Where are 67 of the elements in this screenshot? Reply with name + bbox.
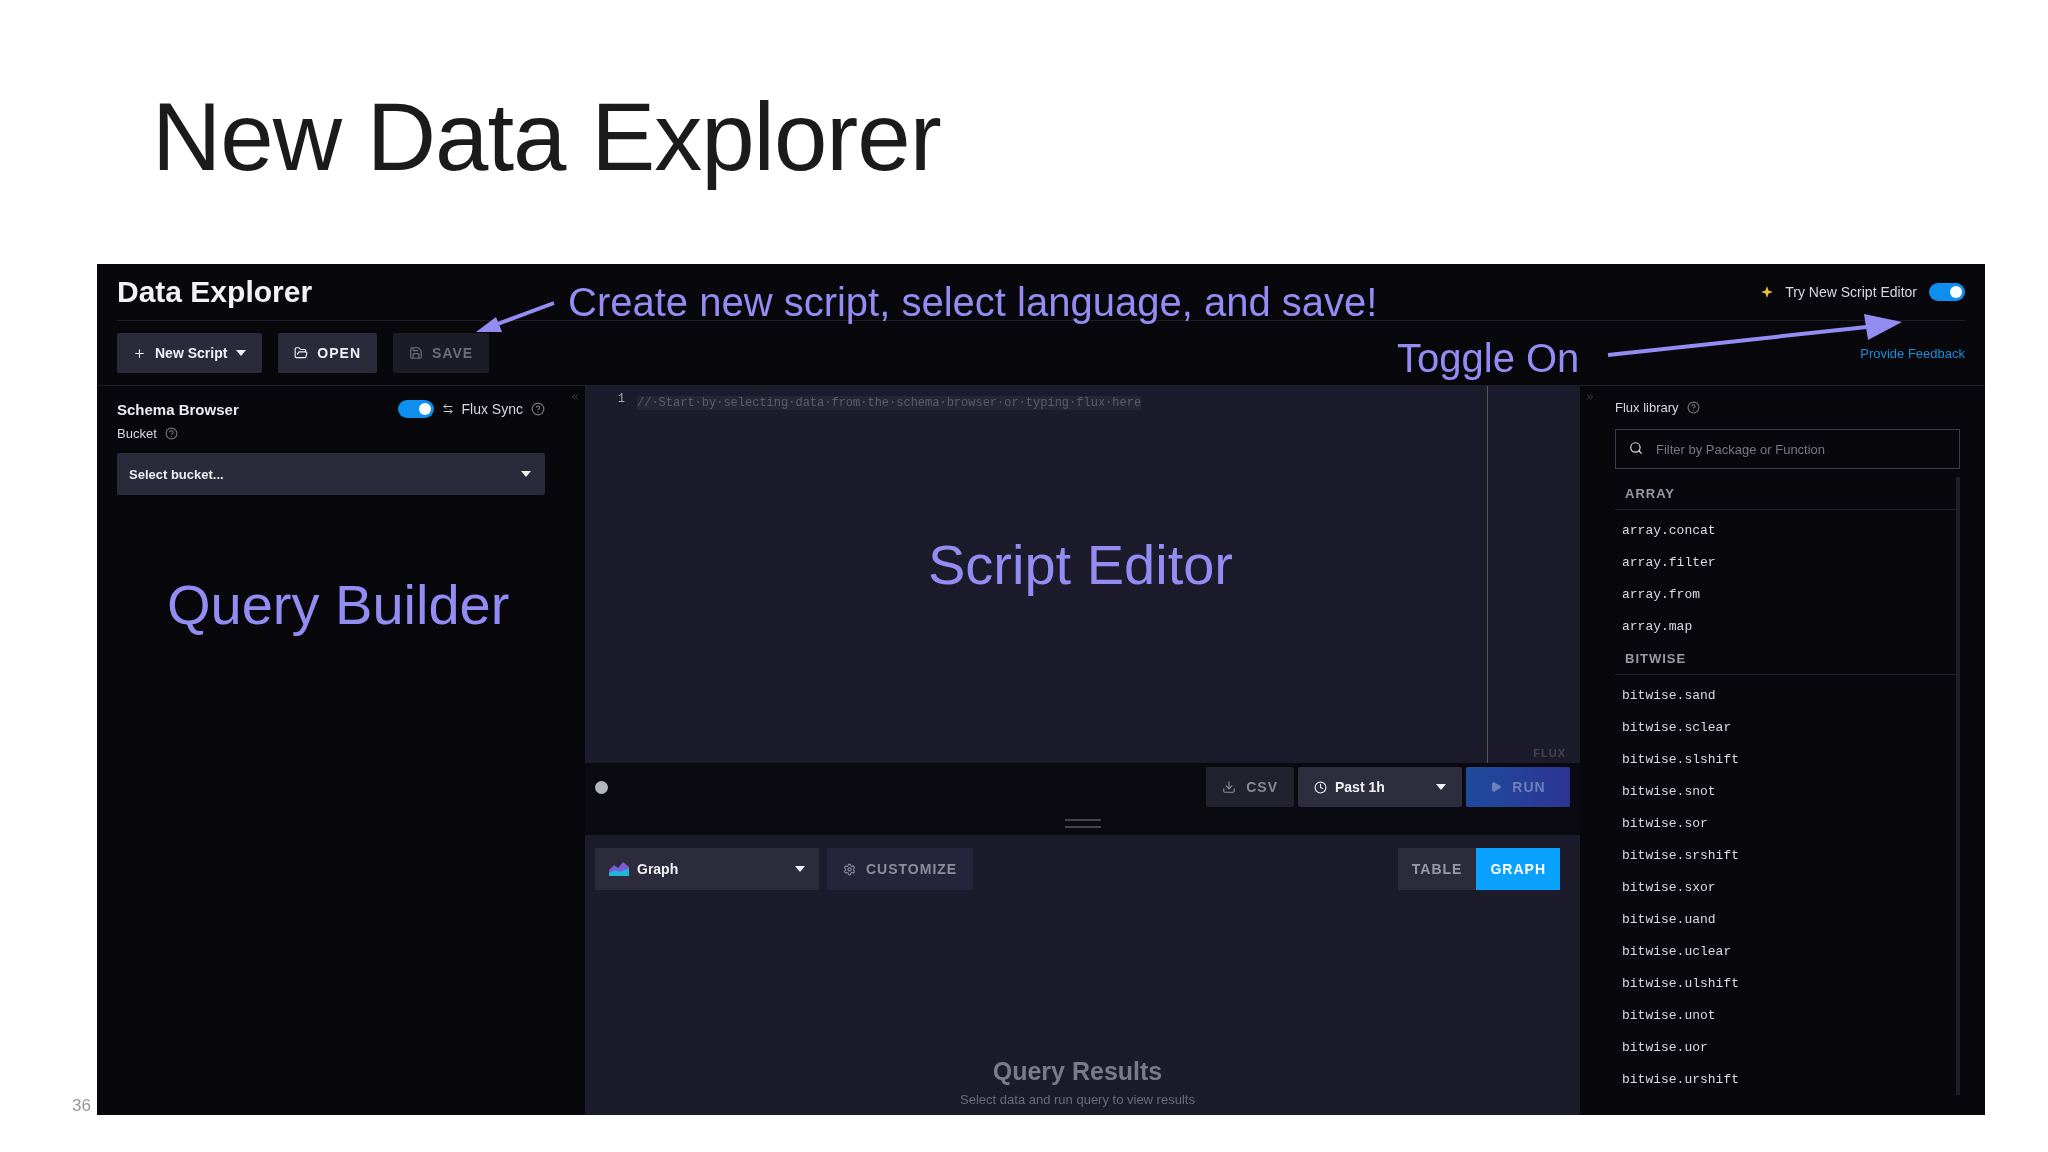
function-item[interactable]: bitwise.sclear	[1615, 711, 1956, 743]
clock-icon	[1314, 780, 1327, 794]
function-item[interactable]: array.concat	[1615, 514, 1956, 546]
panel-title: Schema Browser	[117, 400, 239, 418]
area-chart-icon	[609, 862, 629, 876]
panel-title: Flux library	[1615, 400, 1679, 415]
page-title: Data Explorer	[117, 275, 313, 309]
resize-handle[interactable]	[1064, 818, 1101, 828]
toggle-switch[interactable]	[397, 400, 434, 418]
play-icon	[1490, 781, 1503, 793]
search-icon	[1629, 441, 1643, 455]
toggle-label: Try New Script Editor	[1785, 284, 1917, 300]
toggle-label: Flux Sync	[461, 401, 523, 417]
function-item[interactable]: bitwise.sxor	[1615, 871, 1956, 903]
empty-state-title: Query Results	[992, 1057, 1163, 1086]
group-heading: ARRAY	[1615, 477, 1956, 510]
toolbar-button[interactable]: New Script	[117, 333, 263, 373]
time-range-dropdown[interactable]: Past 1h	[1298, 767, 1462, 807]
toolbar-button[interactable]: OPEN	[278, 333, 378, 373]
status-dot	[595, 780, 608, 794]
slide-title: New Data Explorer	[152, 82, 942, 192]
annotation-text: Create new script, select language, and save!	[568, 280, 1378, 324]
annotation-text: Script Editor	[928, 534, 1233, 596]
function-item[interactable]: bitwise.slshift	[1615, 743, 1956, 775]
function-item[interactable]: bitwise.uor	[1615, 1031, 1956, 1063]
caret-icon	[1436, 784, 1446, 790]
annotation-text: Toggle On	[1397, 336, 1580, 380]
download-icon	[1222, 780, 1237, 794]
function-item[interactable]: bitwise.srshift	[1615, 839, 1956, 871]
function-item[interactable]: bitwise.urshift	[1615, 1063, 1956, 1095]
function-item[interactable]: bitwise.ulshift	[1615, 967, 1956, 999]
function-item[interactable]: array.from	[1615, 578, 1956, 610]
function-item[interactable]: bitwise.unot	[1615, 999, 1956, 1031]
function-item[interactable]: bitwise.snot	[1615, 775, 1956, 807]
folder-icon	[294, 346, 309, 360]
function-item[interactable]: bitwise.uand	[1615, 903, 1956, 935]
plus-icon	[133, 346, 146, 360]
caret-icon	[236, 350, 247, 356]
help-icon	[164, 427, 178, 440]
view-mode-tab[interactable]: TABLE	[1397, 848, 1477, 890]
feedback-link[interactable]: Provide Feedback	[1860, 345, 1965, 361]
customize-button[interactable]: CUSTOMIZE	[827, 848, 974, 890]
bucket-dropdown[interactable]: Select bucket...	[117, 453, 545, 495]
visualization-dropdown[interactable]: Graph	[595, 848, 819, 890]
field-label: Bucket	[117, 426, 157, 441]
search-field[interactable]: Filter by Package or Function	[1615, 429, 1960, 469]
function-item[interactable]: bitwise.uclear	[1615, 935, 1956, 967]
line-number: 1	[616, 392, 625, 406]
sparkle-icon	[1760, 285, 1774, 299]
gear-icon	[843, 862, 856, 876]
help-icon	[1686, 401, 1700, 414]
empty-state-text: Select data and run query to view results	[960, 1092, 1195, 1107]
csv-button[interactable]: CSV	[1206, 767, 1294, 807]
caret-icon	[521, 471, 531, 477]
collapse-icon	[1585, 392, 1595, 402]
function-item[interactable]: bitwise.sand	[1615, 679, 1956, 711]
caret-icon	[795, 866, 805, 872]
collapse-icon	[570, 392, 580, 402]
group-heading: BITWISE	[1615, 642, 1956, 675]
function-item[interactable]: bitwise.sor	[1615, 807, 1956, 839]
function-item[interactable]: array.filter	[1615, 546, 1956, 578]
help-icon	[531, 402, 545, 416]
function-item[interactable]: array.map	[1615, 610, 1956, 642]
page-number: 36	[72, 1096, 91, 1116]
annotation-text: Query Builder	[167, 574, 510, 636]
toggle-switch[interactable]	[1929, 283, 1965, 301]
swap-icon	[441, 403, 454, 415]
